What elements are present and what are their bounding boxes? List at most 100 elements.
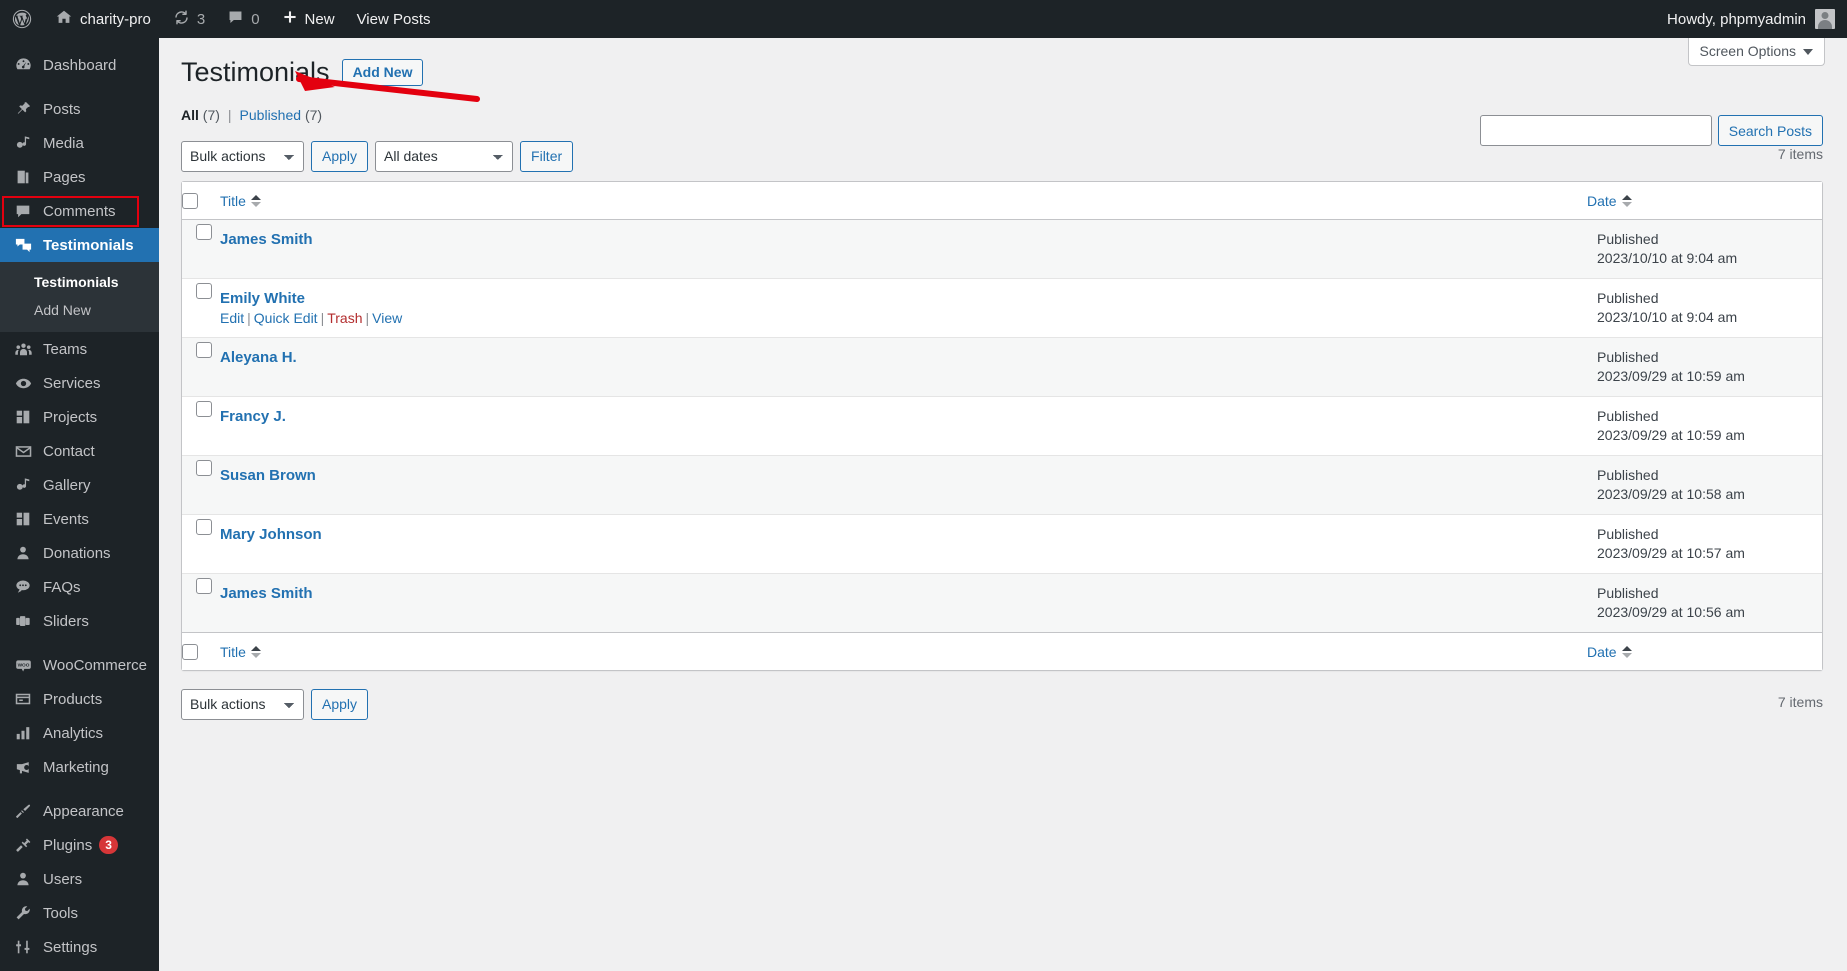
row-checkbox[interactable] [196,283,212,299]
table-row: James Smith Edit|Quick Edit|Trash|View P… [182,220,1822,279]
row-checkbox[interactable] [196,460,212,476]
apply-button-bottom[interactable]: Apply [311,689,368,720]
row-checkbox[interactable] [196,578,212,594]
screen-options-button[interactable]: Screen Options [1688,38,1826,66]
view-all-link[interactable]: All [181,107,199,123]
wordpress-logo-button[interactable] [0,0,44,38]
howdy-label: Howdy, phpmyadmin [1667,11,1806,28]
sidebar-item-testimonials[interactable]: Testimonials [0,228,159,262]
bulk-actions-select-bottom[interactable]: Bulk actions Edit Move to Trash [181,689,304,720]
select-all-checkbox-top[interactable] [182,193,198,209]
view-published[interactable]: Published (7) [240,107,323,123]
submenu-item-testimonials[interactable]: Testimonials [0,268,159,296]
sidebar-item-contact[interactable]: Contact [0,434,159,468]
new-content-menu[interactable]: New [271,0,346,38]
date-filter-select[interactable]: All dates October 2023 September 2023 [375,141,513,172]
sidebar-separator [0,638,159,648]
wrench-icon [12,902,34,924]
sidebar-item-tools[interactable]: Tools [0,896,159,930]
my-account-menu[interactable]: Howdy, phpmyadmin [1667,9,1847,29]
sidebar-item-comments[interactable]: Comments [0,194,159,228]
row-title-link[interactable]: Aleyana H. [220,349,297,366]
products-icon [12,688,34,710]
column-header-date-top[interactable]: Date [1587,182,1822,220]
row-action-quick-edit[interactable]: Quick Edit [254,310,318,326]
site-name-menu[interactable]: charity-pro [44,0,162,38]
view-all[interactable]: All (7) [181,107,220,123]
sidebar-item-woocommerce[interactable]: WOO WooCommerce [0,648,159,682]
row-action-edit[interactable]: Edit [220,310,244,326]
view-published-link[interactable]: Published [240,107,302,123]
add-new-button[interactable]: Add New [342,59,424,87]
sidebar-item-appearance[interactable]: Appearance [0,794,159,828]
sidebar-item-label: Services [43,376,101,391]
sort-title-link-bottom[interactable]: Title [220,644,246,660]
table-foot: Title Date [182,632,1822,670]
select-all-checkbox-bottom[interactable] [182,644,198,660]
sidebar-item-media[interactable]: Media [0,126,159,160]
comment-bubble-icon [12,200,34,222]
row-checkbox[interactable] [196,342,212,358]
testimonials-submenu: Testimonials Add New [0,262,159,332]
table-row: James Smith Edit|Quick Edit|Trash|View P… [182,574,1822,632]
row-checkbox[interactable] [196,224,212,240]
apply-button-top[interactable]: Apply [311,141,368,172]
submenu-item-add-new[interactable]: Add New [0,296,159,324]
sidebar-item-gallery[interactable]: Gallery [0,468,159,502]
wordpress-logo-icon [11,8,33,30]
row-checkbox[interactable] [196,519,212,535]
row-checkbox[interactable] [196,401,212,417]
row-date: 2023/09/29 at 10:58 am [1597,486,1812,502]
row-title-link[interactable]: Mary Johnson [220,526,322,543]
comments-menu[interactable]: 0 [216,0,270,38]
row-title-link[interactable]: Emily White [220,290,305,307]
sidebar-item-products[interactable]: Products [0,682,159,716]
table-row: Aleyana H. Edit|Quick Edit|Trash|View Pu… [182,338,1822,397]
sidebar-item-posts[interactable]: Posts [0,92,159,126]
media-icon [12,132,34,154]
sidebar-item-projects[interactable]: Projects [0,400,159,434]
table-header-row: Title Date [182,182,1822,220]
row-title-link[interactable]: James Smith [220,231,313,248]
paintbrush-icon [12,800,34,822]
row-select-cell [182,279,220,338]
view-posts-link[interactable]: View Posts [346,0,442,38]
row-date: 2023/10/10 at 9:04 am [1597,309,1812,325]
column-header-title-top[interactable]: Title [220,182,1587,220]
column-header-date-bottom[interactable]: Date [1587,632,1822,670]
row-title-link[interactable]: James Smith [220,585,313,602]
sidebar-item-settings[interactable]: Settings [0,930,159,964]
row-action-view[interactable]: View [372,310,402,326]
row-title-link[interactable]: Francy J. [220,408,286,425]
sidebar-item-sliders[interactable]: Sliders [0,604,159,638]
sidebar-item-events[interactable]: Events [0,502,159,536]
sidebar-item-faqs[interactable]: FAQs [0,570,159,604]
tablenav-bottom: Bulk actions Edit Move to Trash Apply 7 … [181,688,1823,720]
sidebar-item-label: Dashboard [43,58,116,73]
sort-date-link-top[interactable]: Date [1587,193,1617,209]
column-header-title-bottom[interactable]: Title [220,632,1587,670]
sort-title-link-top[interactable]: Title [220,193,246,209]
table-row: Mary Johnson Edit|Quick Edit|Trash|View … [182,515,1822,574]
sidebar-item-dashboard[interactable]: Dashboard [0,48,159,82]
row-status: Published [1597,349,1812,365]
sidebar-item-donations[interactable]: Donations [0,536,159,570]
sidebar-item-users[interactable]: Users [0,862,159,896]
sidebar-item-teams[interactable]: Teams [0,332,159,366]
screen-options-label: Screen Options [1700,43,1797,59]
sidebar-item-pages[interactable]: Pages [0,160,159,194]
filter-button[interactable]: Filter [520,141,573,172]
bulk-actions-select-top[interactable]: Bulk actions Edit Move to Trash [181,141,304,172]
sidebar-item-plugins[interactable]: Plugins 3 [0,828,159,862]
grid-icon [12,508,34,530]
sidebar-item-label: Projects [43,410,97,425]
row-title-link[interactable]: Susan Brown [220,467,316,484]
sidebar-item-label: FAQs [43,580,81,595]
sidebar-item-marketing[interactable]: Marketing [0,750,159,784]
sidebar-item-label: Sliders [43,614,89,629]
updates-menu[interactable]: 3 [162,0,216,38]
row-action-trash[interactable]: Trash [327,310,362,326]
sidebar-item-analytics[interactable]: Analytics [0,716,159,750]
sort-date-link-bottom[interactable]: Date [1587,644,1617,660]
sidebar-item-services[interactable]: Services [0,366,159,400]
